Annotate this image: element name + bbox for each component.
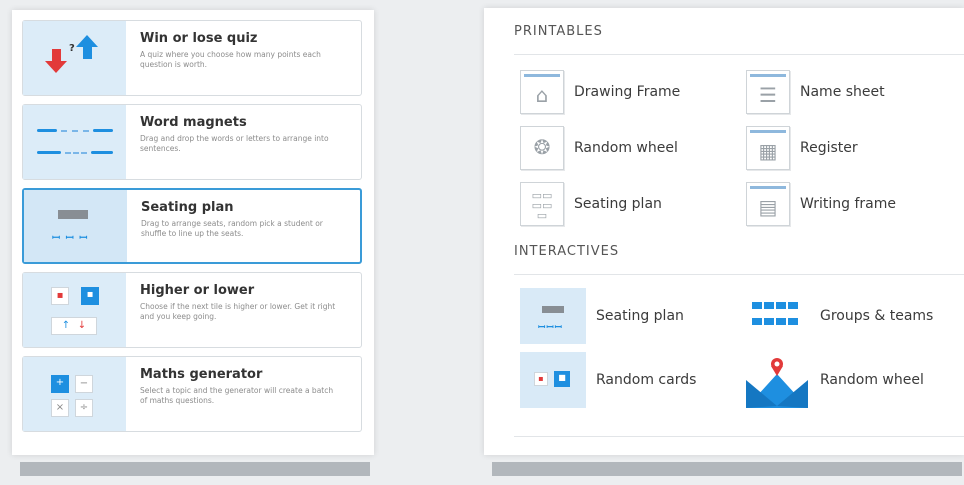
activity-card-seating-plan[interactable]: ꟷ ꟷ ꟷ Seating plan Drag to arrange seats… — [22, 188, 362, 264]
page-edge-stripe — [492, 462, 962, 476]
card-description: Choose if the next tile is higher or low… — [140, 302, 336, 321]
printable-label: Drawing Frame — [574, 84, 681, 100]
interactive-label: Random wheel — [820, 372, 924, 388]
activity-list-panel: ? Win or lose quiz A quiz where you choo… — [12, 10, 374, 455]
activity-card-win-or-lose-quiz[interactable]: ? Win or lose quiz A quiz where you choo… — [22, 20, 362, 96]
interactive-label: Seating plan — [596, 308, 684, 324]
random-wheel-icon: ❂ — [520, 126, 564, 170]
seating-plan-icon: ꟷꟷꟷ — [520, 288, 586, 344]
random-cards-icon: ▪ ■ — [520, 352, 586, 408]
card-title: Maths generator — [140, 367, 263, 382]
interactive-seating-plan[interactable]: ꟷꟷꟷ Seating plan — [520, 288, 684, 344]
card-title: Win or lose quiz — [140, 31, 258, 46]
seating-plan-icon: ▭▭ ▭▭ ▭ — [520, 182, 564, 226]
writing-frame-icon: ▤ — [746, 182, 790, 226]
resources-panel: PRINTABLES ⌂ Drawing Frame ❂ Random whee… — [484, 8, 964, 455]
card-title: Word magnets — [140, 115, 247, 130]
printable-register[interactable]: ▦ Register — [746, 126, 858, 170]
interactives-heading: INTERACTIVES — [514, 244, 620, 259]
register-icon: ▦ — [746, 126, 790, 170]
card-description: Select a topic and the generator will cr… — [140, 386, 334, 405]
higher-lower-icon: ▪ ▪ ↑ ↓ — [23, 273, 126, 347]
divider — [514, 436, 964, 437]
name-sheet-icon: ☰ — [746, 70, 790, 114]
card-title: Higher or lower — [140, 283, 255, 298]
activity-card-higher-or-lower[interactable]: ▪ ▪ ↑ ↓ Higher or lower Choose if the ne… — [22, 272, 362, 348]
activity-card-maths-generator[interactable]: + − × ÷ Maths generator Select a topic a… — [22, 356, 362, 432]
interactive-groups-teams[interactable]: Groups & teams — [744, 288, 933, 344]
maths-generator-icon: + − × ÷ — [23, 357, 126, 431]
printable-label: Writing frame — [800, 196, 896, 212]
interactive-label: Groups & teams — [820, 308, 934, 324]
divider — [514, 274, 964, 275]
card-title: Seating plan — [141, 200, 234, 215]
interactive-random-wheel[interactable]: Random wheel — [744, 352, 924, 408]
arrows-updown-icon: ? — [23, 21, 126, 95]
printable-label: Register — [800, 140, 858, 156]
seating-plan-icon: ꟷ ꟷ ꟷ — [24, 190, 127, 262]
word-magnets-icon — [23, 105, 126, 179]
interactive-random-cards[interactable]: ▪ ■ Random cards — [520, 352, 696, 408]
printable-random-wheel[interactable]: ❂ Random wheel — [520, 126, 678, 170]
printable-name-sheet[interactable]: ☰ Name sheet — [746, 70, 885, 114]
card-description: Drag to arrange seats, random pick a stu… — [141, 219, 323, 238]
card-description: A quiz where you choose how many points … — [140, 50, 321, 69]
printable-writing-frame[interactable]: ▤ Writing frame — [746, 182, 896, 226]
interactive-label: Random cards — [596, 372, 697, 388]
printable-seating-plan[interactable]: ▭▭ ▭▭ ▭ Seating plan — [520, 182, 662, 226]
groups-teams-icon — [744, 288, 810, 344]
printable-label: Name sheet — [800, 84, 885, 100]
printable-label: Seating plan — [574, 196, 662, 212]
activity-card-word-magnets[interactable]: Word magnets Drag and drop the words or … — [22, 104, 362, 180]
divider — [514, 54, 964, 55]
random-wheel-icon — [744, 352, 810, 408]
printables-heading: PRINTABLES — [514, 24, 603, 39]
printable-drawing-frame[interactable]: ⌂ Drawing Frame — [520, 70, 680, 114]
card-description: Drag and drop the words or letters to ar… — [140, 134, 329, 153]
page-edge-stripe — [20, 462, 370, 476]
drawing-frame-icon: ⌂ — [520, 70, 564, 114]
printable-label: Random wheel — [574, 140, 678, 156]
